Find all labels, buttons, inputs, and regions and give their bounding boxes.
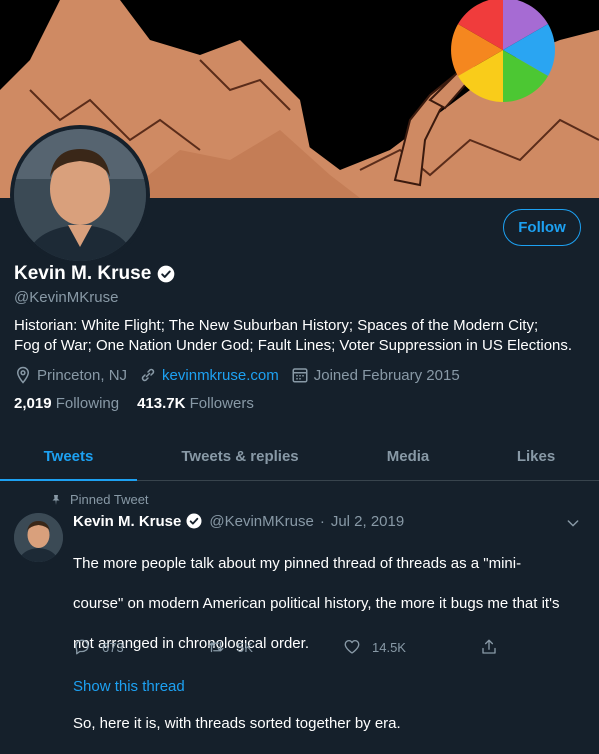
pinned-label: Pinned Tweet [70,492,149,507]
following-count: 2,019 [14,395,52,412]
following-label: Following [55,395,120,412]
tab-tweets-replies[interactable]: Tweets & replies [137,432,343,480]
avatar-image [14,129,146,261]
tweet-avatar[interactable] [14,513,63,562]
verified-badge-icon [157,265,175,283]
retweet-button[interactable]: 5K [206,638,343,656]
share-button[interactable] [480,638,498,656]
tweet-date[interactable]: Jul 2, 2019 [331,513,404,530]
reply-count: 673 [102,639,124,655]
profile-name: Kevin M. Kruse [14,263,152,284]
tweet-separator: · [319,512,325,530]
like-button[interactable]: 14.5K [343,638,480,656]
bio-line: Historian: White Flight; The New Suburba… [14,317,539,334]
share-icon [482,639,496,654]
tweet-author[interactable]: Kevin M. Kruse [73,513,181,530]
tweet-text-line: course" on modern American political his… [73,595,560,612]
calendar-icon [292,368,308,383]
reply-icon [75,639,89,655]
tab-media[interactable]: Media [343,432,473,480]
tweet-actions: 673 5K 14.5K [73,638,498,656]
profile-tabs: Tweets Tweets & replies Media Likes [0,432,599,481]
tab-tweets[interactable]: Tweets [0,432,137,481]
profile-bio: Historian: White Flight; The New Suburba… [14,316,584,356]
follow-button[interactable]: Follow [503,209,581,246]
pin-icon [52,494,60,505]
followers-stat[interactable]: 413.7K Followers [137,395,254,412]
profile-avatar[interactable] [10,125,150,265]
website[interactable]: kevinmkruse.com [139,366,279,384]
retweet-icon [208,641,224,653]
website-link[interactable]: kevinmkruse.com [162,367,279,384]
profile-handle: @KevinMKruse [14,289,119,306]
like-count: 14.5K [372,639,406,655]
tweet-menu[interactable] [565,515,581,536]
location-text: Princeton, NJ [37,366,128,384]
tweet-header: Kevin M. Kruse @KevinMKruse · Jul 2, 201… [73,512,404,530]
verified-badge-icon [186,513,202,529]
location: Princeton, NJ [14,366,127,384]
reply-button[interactable]: 673 [73,638,206,656]
followers-label: Followers [189,395,254,412]
location-icon [16,366,30,384]
followers-count: 413.7K [137,395,186,412]
profile-meta: Princeton, NJ kevinmkruse.com Joined Feb… [14,366,472,384]
pinned-indicator: Pinned Tweet [50,492,149,507]
profile-stats: 2,019 Following 413.7K Followers [14,395,272,412]
tab-likes[interactable]: Likes [473,432,599,480]
tweet-handle[interactable]: @KevinMKruse [209,513,313,530]
bio-line: Fog of War; One Nation Under God; Fault … [14,337,573,354]
show-thread-link[interactable]: Show this thread [73,678,185,695]
joined: Joined February 2015 [291,366,460,384]
profile-name-row: Kevin M. Kruse [14,263,176,285]
like-icon [344,639,360,654]
chevron-down-icon [567,520,579,527]
joined-text: Joined February 2015 [313,366,460,384]
pinned-tweet[interactable]: Pinned Tweet Kevin M. Kruse @KevinMKruse… [0,481,599,732]
following-stat[interactable]: 2,019 Following [14,395,119,412]
tweet-avatar-image [14,513,63,562]
link-icon [141,368,155,382]
retweet-count: 5K [237,639,253,655]
tweet-text-line: So, here it is, with threads sorted toge… [73,715,401,732]
tweet-text-line: The more people talk about my pinned thr… [73,555,522,572]
